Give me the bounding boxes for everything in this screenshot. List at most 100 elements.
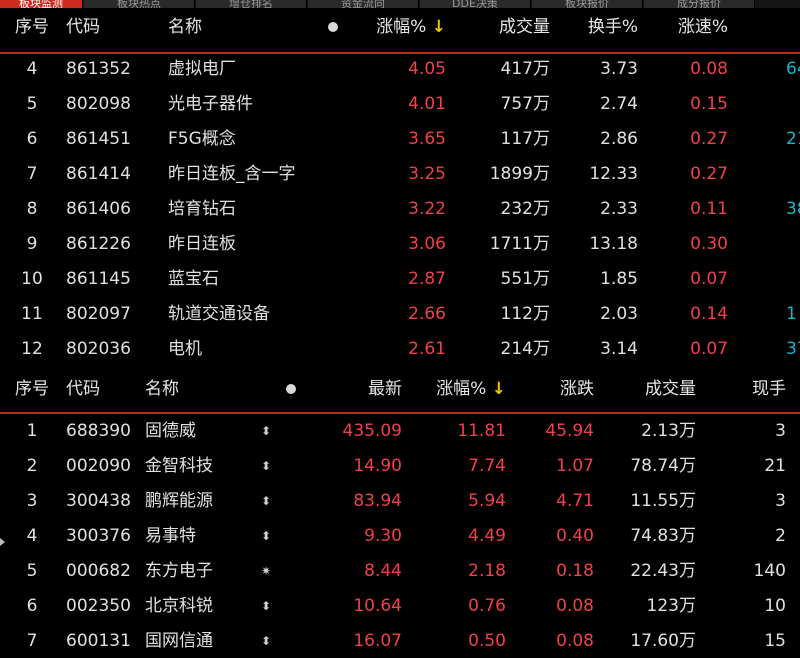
cell-name: 蓝宝石 (168, 269, 219, 289)
cell-latest: 83.94 (353, 491, 402, 511)
tab-5[interactable]: 板块报价 (532, 0, 643, 8)
cell-change: 1.07 (556, 456, 594, 476)
cell-seq: 5 (26, 561, 38, 581)
cell-volume: 757万 (500, 94, 550, 114)
header-change-pct[interactable]: 涨幅% ↓ (400, 372, 506, 406)
tab-1[interactable]: 板块热点 (84, 0, 195, 8)
cell-change: 0.40 (556, 526, 594, 546)
header-latest[interactable]: 最新 (320, 372, 402, 406)
table-row[interactable]: 6 002350 北京科锐 ⬍ 10.64 0.76 0.08 123万 10 (0, 589, 800, 623)
cell-seq: 4 (26, 59, 38, 79)
cell-name: 易事特 (145, 526, 196, 546)
cell-turnover: 2.74 (600, 94, 638, 114)
table-row[interactable]: 6 861451 F5G概念 3.65 117万 2.86 0.27 21 (0, 122, 800, 156)
table-row[interactable]: 5 000682 东方电子 ✷ 8.44 2.18 0.18 22.43万 140 (0, 554, 800, 588)
cell-seq: 2 (26, 456, 38, 476)
cell-name: 电机 (168, 339, 202, 359)
table-row[interactable]: 12 802036 电机 2.61 214万 3.14 0.07 37 (0, 332, 800, 366)
header-turnover[interactable]: 换手% (560, 10, 638, 44)
cell-code: 861145 (66, 269, 131, 289)
tab-4[interactable]: DDE决策 (420, 0, 531, 8)
table-row[interactable]: 8 861406 培育钻石 3.22 232万 2.33 0.11 38 (0, 192, 800, 226)
margin-flag-icon: ⬍ (260, 599, 272, 613)
cell-name: F5G概念 (168, 129, 236, 149)
stock-table-header: 序号 代码 名称 最新 涨幅% ↓ 涨跌 成交量 现手 (0, 372, 800, 406)
cell-latest: 16.07 (353, 631, 402, 651)
settings-dot-icon[interactable] (328, 22, 338, 32)
cell-change: 45.94 (545, 421, 594, 441)
cell-code: 802098 (66, 94, 131, 114)
table-row[interactable]: 1 688390 固德威 ⬍ 435.09 11.81 45.94 2.13万 3 (0, 414, 800, 448)
cell-extra: 37 (786, 339, 800, 359)
table-row[interactable]: 4 300376 易事特 ⬍ 9.30 4.49 0.40 74.83万 2 (0, 519, 800, 553)
cell-seq: 7 (26, 164, 38, 184)
cell-latest: 10.64 (353, 596, 402, 616)
cell-latest: 435.09 (342, 421, 402, 441)
table-row[interactable]: 7 861414 昨日连板_含一字 3.25 1899万 12.33 0.27 (0, 157, 800, 191)
header-speed[interactable]: 涨速% (650, 10, 728, 44)
cell-current-vol: 2 (775, 526, 786, 546)
cell-volume: 123万 (646, 596, 696, 616)
table-row[interactable]: 3 300438 鹏辉能源 ⬍ 83.94 5.94 4.71 11.55万 3 (0, 484, 800, 518)
header-seq[interactable]: 序号 (10, 372, 54, 406)
cell-change-pct: 0.76 (468, 596, 506, 616)
settings-dot-icon[interactable] (286, 384, 296, 394)
cell-name: 固德威 (145, 421, 196, 441)
table-row[interactable]: 10 861145 蓝宝石 2.87 551万 1.85 0.07 (0, 262, 800, 296)
cell-change: 0.18 (556, 561, 594, 581)
cell-latest: 9.30 (364, 526, 402, 546)
cell-seq: 5 (26, 94, 38, 114)
cell-seq: 8 (26, 199, 38, 219)
cell-change-pct: 3.06 (408, 234, 446, 254)
cell-speed: 0.11 (690, 199, 728, 219)
sort-desc-icon: ↓ (431, 17, 446, 37)
table-row[interactable]: 11 802097 轨道交通设备 2.66 112万 2.03 0.14 1 (0, 297, 800, 331)
cell-speed: 0.27 (690, 129, 728, 149)
tab-6[interactable]: 成分报价 (644, 0, 755, 8)
table-row[interactable]: 2 002090 金智科技 ⬍ 14.90 7.74 1.07 78.74万 21 (0, 449, 800, 483)
cell-turnover: 1.85 (600, 269, 638, 289)
cell-speed: 0.07 (690, 339, 728, 359)
cell-change-pct: 2.66 (408, 304, 446, 324)
table-row[interactable]: 5 802098 光电子器件 4.01 757万 2.74 0.15 (0, 87, 800, 121)
cell-seq: 1 (26, 421, 38, 441)
cell-turnover: 3.73 (600, 59, 638, 79)
header-change[interactable]: 涨跌 (510, 372, 594, 406)
cell-extra: 64 (786, 59, 800, 79)
cell-change-pct: 2.87 (408, 269, 446, 289)
table-row[interactable]: 4 861352 虚拟电厂 4.05 417万 3.73 0.08 64 (0, 52, 800, 86)
cell-speed: 0.14 (690, 304, 728, 324)
cell-change-pct: 4.05 (408, 59, 446, 79)
tab-0[interactable]: 板块监测 (0, 0, 83, 8)
header-volume[interactable]: 成交量 (460, 10, 550, 44)
cell-speed: 0.07 (690, 269, 728, 289)
sort-desc-icon: ↓ (491, 379, 506, 399)
header-name[interactable]: 名称 (145, 372, 179, 406)
header-name[interactable]: 名称 (168, 10, 202, 44)
cell-change-pct: 5.94 (468, 491, 506, 511)
header-code[interactable]: 代码 (66, 372, 100, 406)
header-volume[interactable]: 成交量 (600, 372, 696, 406)
cell-name: 轨道交通设备 (168, 304, 270, 324)
cell-name: 昨日连板 (168, 234, 236, 254)
cell-code: 688390 (66, 421, 131, 441)
collapse-arrow-icon[interactable] (0, 538, 5, 546)
cell-volume: 417万 (500, 59, 550, 79)
cell-code: 600131 (66, 631, 131, 651)
cell-change-pct: 11.81 (457, 421, 506, 441)
cell-code: 300376 (66, 526, 131, 546)
tab-3[interactable]: 资金流向 (308, 0, 419, 8)
header-seq[interactable]: 序号 (10, 10, 54, 44)
cell-turnover: 2.86 (600, 129, 638, 149)
cell-change-pct: 3.22 (408, 199, 446, 219)
header-current-vol[interactable]: 现手 (700, 372, 786, 406)
table-row[interactable]: 7 600131 国网信通 ⬍ 16.07 0.50 0.08 17.60万 15 (0, 624, 800, 658)
header-change-pct[interactable]: 涨幅% ↓ (340, 10, 446, 44)
header-code[interactable]: 代码 (66, 10, 100, 44)
tab-2[interactable]: 增仓排名 (196, 0, 307, 8)
cell-seq: 6 (26, 596, 38, 616)
cell-code: 300438 (66, 491, 131, 511)
cell-seq: 3 (26, 491, 38, 511)
table-row[interactable]: 9 861226 昨日连板 3.06 1711万 13.18 0.30 (0, 227, 800, 261)
cell-code: 802097 (66, 304, 131, 324)
